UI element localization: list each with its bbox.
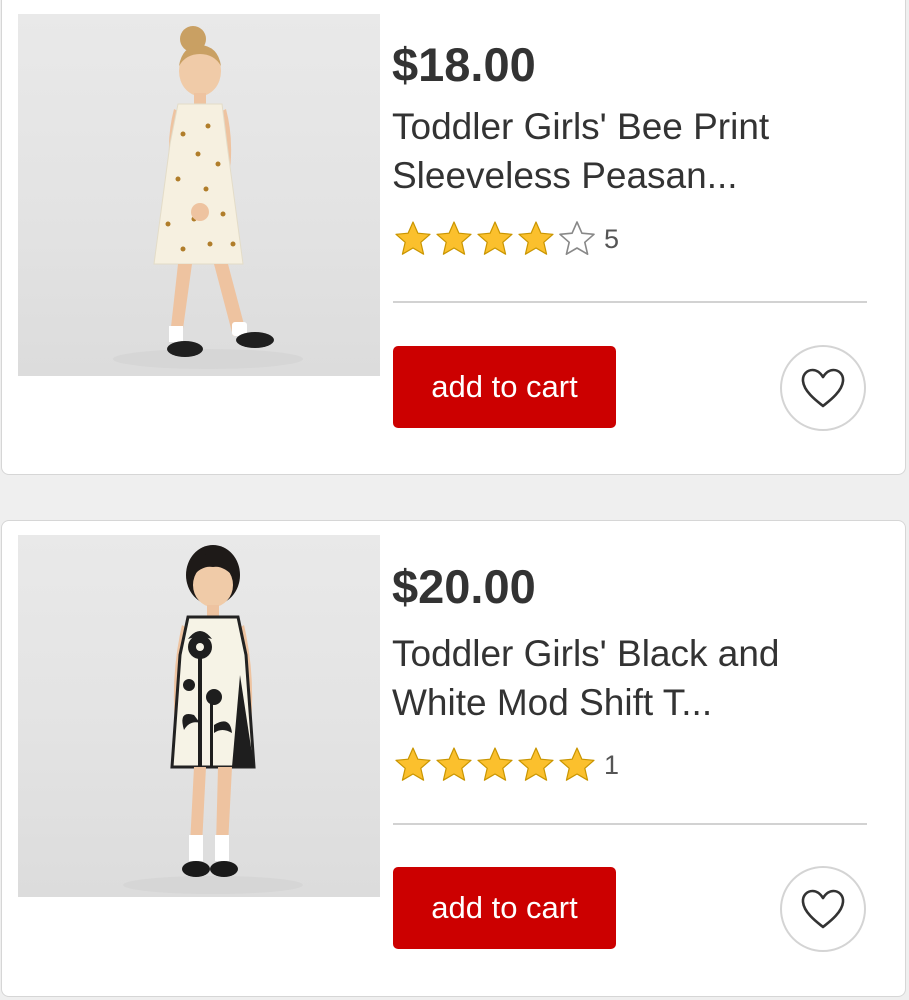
star-empty-icon	[557, 219, 597, 259]
star-filled-icon	[557, 745, 597, 785]
product-price: $20.00	[392, 560, 536, 613]
star-filled-icon	[475, 745, 515, 785]
product-title[interactable]: Toddler Girls' Black and White Mod Shift…	[392, 629, 862, 727]
review-count: 5	[604, 223, 620, 254]
product-card[interactable]: $18.00 Toddler Girls' Bee Print Sleevele…	[1, 0, 906, 475]
divider	[393, 301, 867, 303]
product-title-line-2[interactable]: Sleeveless Peasan...	[392, 151, 862, 200]
star-filled-icon	[516, 745, 556, 785]
product-title-line-1[interactable]: Toddler Girls' Black and	[392, 629, 862, 678]
star-filled-icon	[434, 745, 474, 785]
product-title[interactable]: Toddler Girls' Bee Print Sleeveless Peas…	[392, 102, 862, 200]
product-price: $18.00	[392, 38, 536, 91]
favorite-button[interactable]	[780, 866, 866, 952]
add-to-cart-button[interactable]: add to cart	[393, 346, 616, 428]
product-photo-illustration	[113, 26, 303, 369]
product-image[interactable]	[18, 535, 380, 897]
product-photo-illustration	[123, 545, 303, 894]
star-filled-icon	[475, 219, 515, 259]
product-image[interactable]	[18, 14, 380, 376]
product-title-line-1[interactable]: Toddler Girls' Bee Print	[392, 102, 862, 151]
star-filled-icon	[393, 219, 433, 259]
review-count: 1	[604, 749, 620, 780]
heart-outline-icon	[801, 889, 845, 929]
product-title-line-2[interactable]: White Mod Shift T...	[392, 678, 862, 727]
star-rating: 5	[393, 219, 619, 259]
favorite-button[interactable]	[780, 345, 866, 431]
star-filled-icon	[393, 745, 433, 785]
heart-outline-icon	[801, 368, 845, 408]
divider	[393, 823, 867, 825]
product-card[interactable]: $20.00 Toddler Girls' Black and White Mo…	[1, 520, 906, 997]
add-to-cart-button[interactable]: add to cart	[393, 867, 616, 949]
star-filled-icon	[516, 219, 556, 259]
star-filled-icon	[434, 219, 474, 259]
star-rating: 1	[393, 745, 619, 785]
